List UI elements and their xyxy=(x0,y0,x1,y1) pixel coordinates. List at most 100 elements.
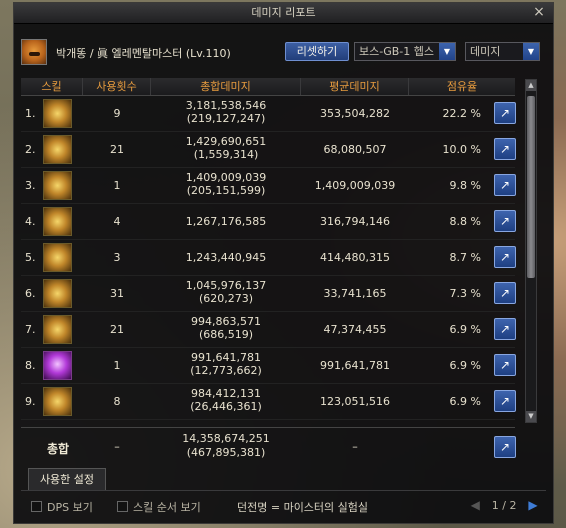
table-row: 7. 21 994,863,571 (686,519) 47,374,455 6.… xyxy=(21,312,516,348)
metric-select[interactable]: 데미지 ▼ xyxy=(465,42,540,61)
total-damage-sub: (12,773,662) xyxy=(190,364,262,377)
export-icon[interactable]: ↗ xyxy=(494,210,516,232)
total-damage-value: 984,412,131 xyxy=(191,387,261,400)
total-damage-value: 1,045,976,137 xyxy=(185,279,267,292)
skill-icon xyxy=(43,135,72,164)
divider xyxy=(21,490,546,491)
dps-checkbox-label: DPS 보기 xyxy=(47,501,93,514)
skill-icon xyxy=(43,171,72,200)
average-damage: 353,504,282 xyxy=(320,107,390,120)
row-index: 9. xyxy=(25,395,36,408)
average-damage: 1,409,009,039 xyxy=(314,179,396,192)
export-icon[interactable]: ↗ xyxy=(494,390,516,412)
row-index: 8. xyxy=(25,359,36,372)
total-damage-value: 994,863,571 xyxy=(191,315,261,328)
export-icon[interactable]: ↗ xyxy=(494,174,516,196)
total-damage-value: 1,267,176,585 xyxy=(185,215,267,228)
window-title: 데미지 리포트 xyxy=(251,6,316,19)
row-index: 3. xyxy=(25,179,36,192)
table-header: 스킬 사용횟수 총합데미지 평균데미지 점유율 xyxy=(21,78,515,96)
row-index: 2. xyxy=(25,143,36,156)
tab-used-settings[interactable]: 사용한 설정 xyxy=(28,468,106,490)
total-damage-sub: (205,151,599) xyxy=(186,184,266,197)
share-percent: 7.3 % xyxy=(449,287,481,300)
summary-row: 총합 – 14,358,674,251 (467,895,381) – ↗ xyxy=(21,427,516,466)
export-icon[interactable]: ↗ xyxy=(494,282,516,304)
share-percent: 6.9 % xyxy=(449,395,481,408)
total-damage: 1,243,440,945 xyxy=(151,251,301,264)
chevron-down-icon: ▼ xyxy=(523,43,539,60)
skill-icon xyxy=(43,99,72,128)
total-damage-value: 3,181,538,546 xyxy=(185,99,267,112)
skill-icon xyxy=(43,207,72,236)
row-index: 4. xyxy=(25,215,36,228)
boss-select[interactable]: 보스-GB-1 헵스 ▼ xyxy=(354,42,456,61)
use-count: 1 xyxy=(113,179,121,192)
export-icon[interactable]: ↗ xyxy=(494,138,516,160)
use-count: 8 xyxy=(113,395,121,408)
skill-order-checkbox[interactable] xyxy=(117,501,128,512)
column-header-average[interactable]: 평균데미지 xyxy=(301,78,409,95)
skill-icon xyxy=(43,279,72,308)
export-icon[interactable]: ↗ xyxy=(494,246,516,268)
row-index: 7. xyxy=(25,323,36,336)
use-count: 21 xyxy=(110,143,124,156)
window-titlebar[interactable]: 데미지 리포트 × xyxy=(14,3,553,24)
share-percent: 8.8 % xyxy=(449,215,481,228)
total-damage-sub: (686,519) xyxy=(198,328,254,341)
total-damage-value: 1,409,009,039 xyxy=(185,171,267,184)
prev-page-icon[interactable]: ◀ xyxy=(468,498,482,512)
total-damage: 3,181,538,546 (219,127,247) xyxy=(151,99,301,125)
page-indicator: 1 / 2 xyxy=(491,498,517,512)
export-icon[interactable]: ↗ xyxy=(494,436,516,458)
summary-total-value: 14,358,674,251 xyxy=(182,432,270,445)
use-count: 31 xyxy=(110,287,124,300)
total-damage: 1,267,176,585 xyxy=(151,215,301,228)
share-percent: 10.0 % xyxy=(442,143,481,156)
column-header-share[interactable]: 점유율 xyxy=(409,78,515,95)
close-icon[interactable]: × xyxy=(532,4,546,20)
skill-icon xyxy=(43,351,72,380)
report-footer: DPS 보기 스킬 순서 보기 던전명 = 마이스터의 실험실 ◀ 1 / 2 … xyxy=(21,497,546,519)
scroll-up-icon[interactable]: ▲ xyxy=(526,80,536,91)
scrollbar-thumb[interactable] xyxy=(527,96,535,278)
table-scrollbar[interactable]: ▲ ▼ xyxy=(525,79,537,423)
scroll-down-icon[interactable]: ▼ xyxy=(526,411,536,422)
use-count: 1 xyxy=(113,359,121,372)
skill-table-body: 1. 9 3,181,538,546 (219,127,247) 353,504,… xyxy=(21,96,516,420)
summary-average: – xyxy=(352,440,358,453)
use-count: 3 xyxy=(113,251,121,264)
share-percent: 8.7 % xyxy=(449,251,481,264)
total-damage-value: 991,641,781 xyxy=(191,351,261,364)
skill-order-checkbox-label: 스킬 순서 보기 xyxy=(133,501,201,514)
pagination: ◀ 1 / 2 ▶ xyxy=(468,498,540,512)
total-damage-sub: (620,273) xyxy=(198,292,254,305)
average-damage: 414,480,315 xyxy=(320,251,390,264)
average-damage: 68,080,507 xyxy=(323,143,387,156)
use-count: 21 xyxy=(110,323,124,336)
table-row: 3. 1 1,409,009,039 (205,151,599) 1,409,00… xyxy=(21,168,516,204)
total-damage-sub: (1,559,314) xyxy=(193,148,259,161)
export-icon[interactable]: ↗ xyxy=(494,354,516,376)
use-count: 9 xyxy=(113,107,121,120)
total-damage-value: 1,429,690,651 xyxy=(185,135,267,148)
character-avatar xyxy=(21,39,47,65)
column-header-total[interactable]: 총합데미지 xyxy=(151,78,301,95)
column-header-count[interactable]: 사용횟수 xyxy=(83,78,151,95)
row-index: 6. xyxy=(25,287,36,300)
export-icon[interactable]: ↗ xyxy=(494,318,516,340)
summary-label: 총합 xyxy=(47,442,70,456)
table-row: 8. 1 991,641,781 (12,773,662) 991,641,781… xyxy=(21,348,516,384)
export-icon[interactable]: ↗ xyxy=(494,102,516,124)
report-header: 박개똥 / 眞 엘레멘탈마스터 (Lv.110) 리셋하기 보스-GB-1 헵스… xyxy=(21,39,546,65)
column-header-skill[interactable]: 스킬 xyxy=(21,78,83,95)
dps-checkbox[interactable] xyxy=(31,501,42,512)
next-page-icon[interactable]: ▶ xyxy=(526,498,540,512)
average-damage: 991,641,781 xyxy=(320,359,390,372)
total-damage: 994,863,571 (686,519) xyxy=(151,315,301,341)
average-damage: 47,374,455 xyxy=(323,323,387,336)
skill-icon xyxy=(43,243,72,272)
row-index: 1. xyxy=(25,107,36,120)
reset-button[interactable]: 리셋하기 xyxy=(285,42,349,61)
skill-icon xyxy=(43,387,72,416)
